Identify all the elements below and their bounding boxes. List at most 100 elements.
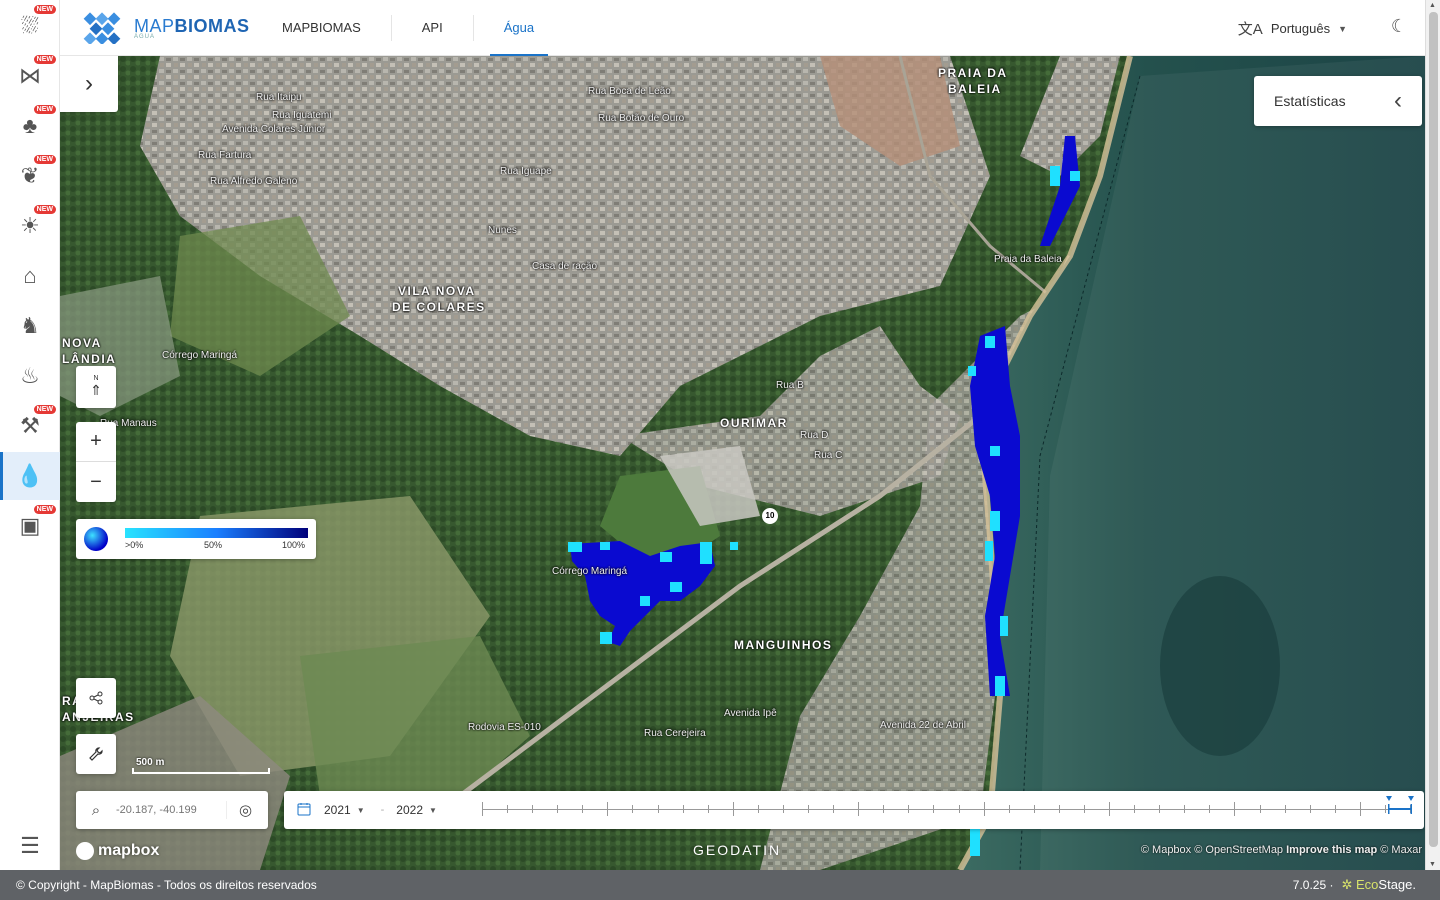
share-button[interactable] (76, 678, 116, 718)
timeline-tick (1359, 802, 1361, 816)
end-year-select[interactable]: 2022 ▼ (396, 803, 437, 817)
nav-mapbiomas[interactable]: MAPBIOMAS (252, 0, 391, 56)
timeline-tick (883, 805, 885, 813)
new-badge: NEW (33, 105, 56, 114)
timeline-tick (682, 805, 684, 813)
map-street-label: Rua Iguape (500, 166, 552, 177)
sidebar-item-grazing[interactable]: ♣ NEW (0, 102, 60, 150)
sidebar-item-sun-plant[interactable]: ☀ NEW (0, 202, 60, 250)
compass-button[interactable]: N ⇑ (76, 366, 116, 408)
map-street-label: Nunes (488, 225, 517, 236)
legend-max-label: 100% (282, 540, 306, 550)
timeline-tick (1008, 805, 1010, 813)
map-area-label: LÂNDIA (62, 352, 117, 366)
page-scrollbar[interactable]: ▲ ▼ (1425, 0, 1440, 870)
dark-mode-toggle-icon[interactable]: ☾ (1391, 16, 1407, 37)
timeline-tick (1033, 805, 1035, 813)
water-layer-icon[interactable] (84, 527, 108, 551)
legend-gradient (125, 528, 308, 538)
new-badge: NEW (33, 55, 56, 64)
language-selector[interactable]: 文A Português ▼ (1238, 18, 1347, 39)
sidebar-item-image-compare[interactable]: ▣ NEW (0, 502, 60, 550)
timeline-slider[interactable] (482, 802, 1411, 816)
sidebar-item-mining[interactable]: ⚒ NEW (0, 402, 60, 450)
chevron-down-icon: ▼ (356, 805, 365, 815)
compass-icon: ⇑ (90, 382, 102, 398)
nav-agua[interactable]: Água (474, 0, 564, 56)
sidebar-item-institution[interactable]: ⌂ (0, 252, 60, 300)
sun-plant-icon: ☀ (20, 213, 40, 238)
translate-icon: 文A (1237, 21, 1263, 38)
timeline-tick (607, 802, 609, 816)
coordinate-search-input[interactable] (116, 804, 226, 816)
statistics-panel-button[interactable]: Estatísticas ‹ (1254, 76, 1422, 126)
timeline-tick (1184, 805, 1186, 813)
timeline-tick (782, 805, 784, 813)
scrollbar-thumb[interactable] (1429, 12, 1438, 847)
timeline-bar: 2021 ▼ - 2022 ▼ (284, 791, 1424, 829)
share-icon (89, 691, 103, 705)
institution-icon: ⌂ (23, 263, 37, 288)
tools-button[interactable] (76, 734, 116, 774)
attribution-maxar-link[interactable]: © Maxar (1380, 844, 1422, 856)
map-street-label: Rua Fartura (198, 150, 252, 161)
sidebar-item-fire[interactable]: ♨ (0, 352, 60, 400)
mapbox-logo-mark-icon (76, 842, 94, 860)
map-street-label: Praia da Baleia (994, 254, 1062, 265)
legend-min-label: >0% (125, 540, 144, 550)
map-area-label: NOVA (62, 336, 102, 350)
map-street-label: Casa de ração (532, 261, 598, 272)
map-street-label: Rua Cerejeira (644, 728, 706, 739)
timeline-tick (507, 805, 509, 813)
timeline-range-handles[interactable] (1386, 796, 1414, 816)
timeline-tick (1209, 805, 1211, 813)
timeline-tick (532, 805, 534, 813)
wrench-icon (89, 747, 103, 761)
sidebar-item-cattle[interactable]: ♞ (0, 302, 60, 350)
map-street-label: Rua Iguatemi (272, 110, 332, 121)
geodatin-logo[interactable]: GEODATIN (693, 842, 781, 858)
start-year-value: 2021 (324, 803, 351, 817)
sidebar-item-water-drop[interactable]: 💧 (0, 452, 60, 500)
sidebar-item-leaf[interactable]: ❦ NEW (0, 152, 60, 200)
map-area-label: MANGUINHOS (734, 638, 833, 652)
sidebar-item-no-fishing[interactable]: ⋈ NEW (0, 52, 60, 100)
map-attribution: © Mapbox © OpenStreetMap Improve this ma… (1141, 844, 1422, 856)
map-area-label: DE COLARES (392, 300, 486, 314)
sidebar-item-flood[interactable]: ⛆ NEW (0, 2, 60, 50)
chevron-left-icon: ‹ (1394, 87, 1402, 114)
scroll-down-icon[interactable]: ▼ (1429, 861, 1436, 868)
zoom-out-button[interactable]: − (76, 462, 116, 502)
new-badge: NEW (33, 155, 56, 164)
attribution-osm-link[interactable]: © OpenStreetMap (1194, 844, 1283, 856)
expand-panel-button[interactable]: › (60, 56, 118, 112)
map-street-label: Rua C (814, 450, 843, 461)
hamburger-menu-icon[interactable]: ☰ (0, 833, 60, 858)
ecostage-stage: Stage. (1378, 877, 1416, 892)
map-area-label: VILA NOVA (398, 284, 476, 298)
improve-map-link[interactable]: Improve this map (1286, 844, 1377, 856)
nav-api[interactable]: API (392, 0, 473, 56)
mapbox-logo[interactable]: mapbox (76, 842, 159, 860)
zoom-in-button[interactable]: + (76, 422, 116, 462)
locate-icon[interactable]: ◎ (226, 801, 264, 819)
scroll-up-icon[interactable]: ▲ (1429, 2, 1436, 9)
map-street-label: Rua Alfredo Galeno (210, 176, 298, 187)
timeline-tick (1159, 805, 1161, 813)
leaf-icon: ❦ (20, 163, 40, 188)
timeline-tick (958, 805, 960, 813)
map-street-label: Rodovia ES-010 (468, 722, 541, 733)
new-badge: NEW (33, 505, 56, 514)
attribution-mapbox-link[interactable]: © Mapbox (1141, 844, 1191, 856)
version-text: 7.0.25 · (1292, 878, 1334, 892)
map-canvas[interactable]: PRAIA DA BALEIA VILA NOVA DE COLARES NOVA LÂN… (60, 56, 1425, 870)
water-drop-icon: 💧 (16, 463, 44, 488)
timeline-tick (557, 805, 559, 813)
ecostage-logo[interactable]: ✲ EcoStage. (1341, 877, 1416, 893)
search-icon[interactable]: ⌕ (76, 802, 116, 819)
map-street-label: Rua Boca de Leão (588, 86, 671, 97)
north-label: N (93, 375, 99, 382)
timeline-tick (582, 805, 584, 813)
start-year-select[interactable]: 2021 ▼ (324, 803, 365, 817)
mapbiomas-logo[interactable]: MAPBIOMAS ÁGUA (82, 11, 252, 44)
